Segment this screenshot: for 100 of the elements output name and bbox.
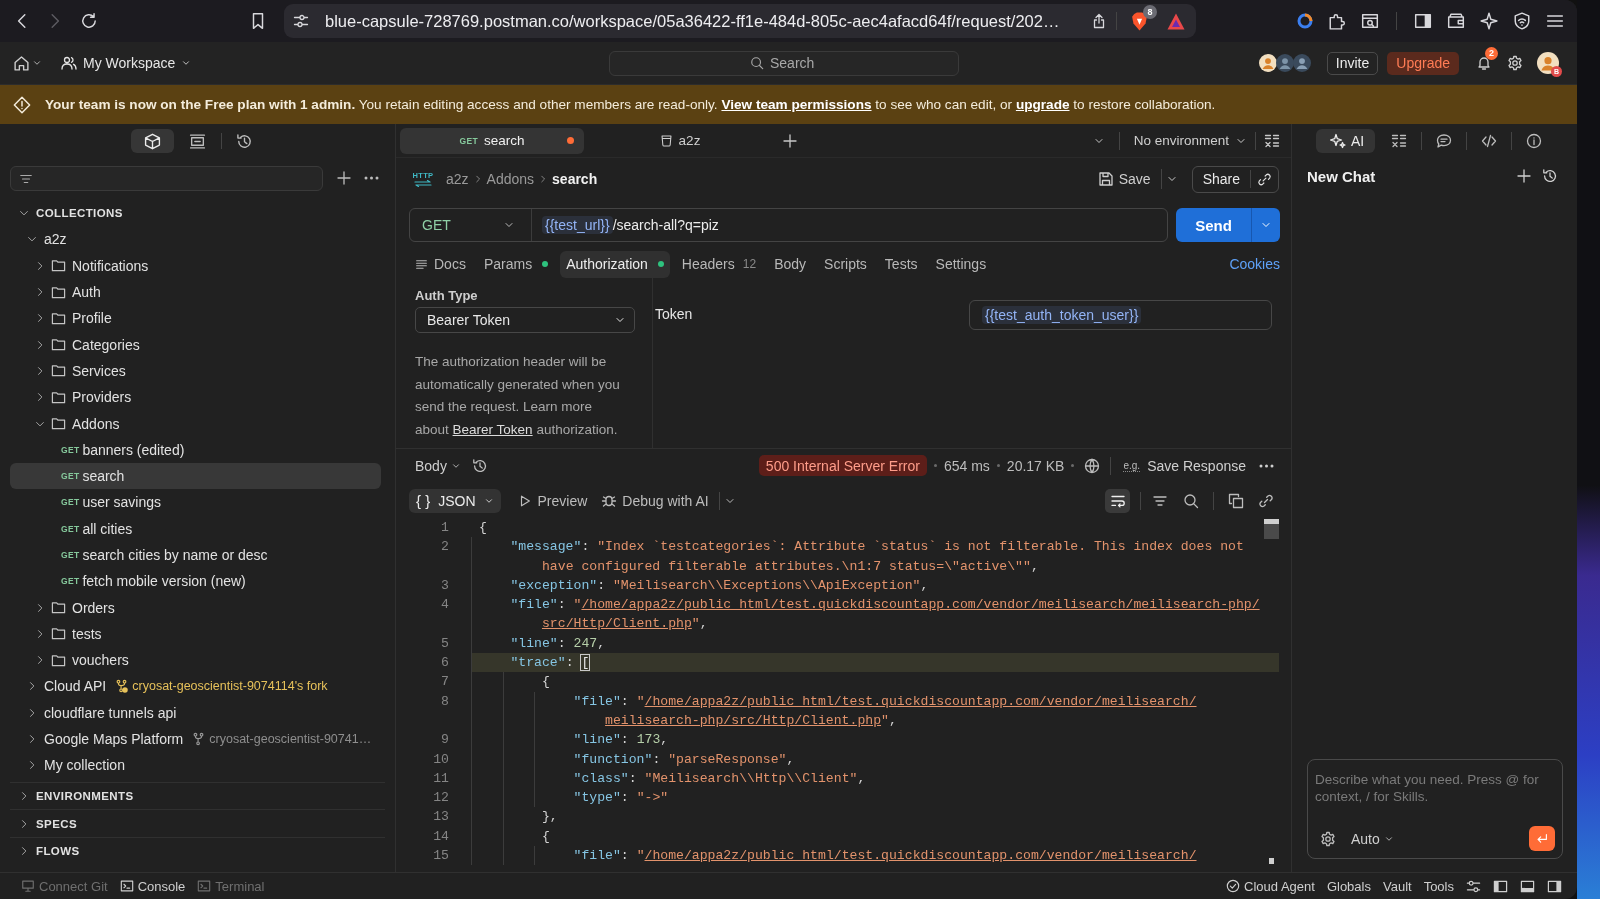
folder-item[interactable]: Auth [10,278,381,306]
plus-icon[interactable] [782,132,798,149]
collection-item[interactable]: cloudflare tunnels api [10,699,381,726]
sparkle-icon[interactable] [1480,12,1498,30]
avatar-icon[interactable] [1537,52,1559,74]
environment-select[interactable]: No environment [1133,133,1247,148]
breadcrumb-link[interactable]: a2z [446,171,469,187]
layout-bottom-icon[interactable] [1520,878,1535,894]
collection-item[interactable]: Cloud API cryosat-geoscientist-9074114's fork [10,673,381,700]
scrollbar-thumb[interactable] [1264,519,1279,539]
panel-tab[interactable]: AI [1316,129,1376,153]
editor-tab[interactable]: GET search [400,127,584,154]
notification-icon[interactable] [1476,55,1492,71]
folder-item[interactable]: Orders [10,594,381,621]
link-icon[interactable] [1257,171,1272,187]
folder-item[interactable]: Providers [10,384,381,411]
request-item[interactable]: GET search [10,462,381,490]
method-select[interactable]: GET [410,209,532,241]
debug-button[interactable]: Debug with AI [601,492,709,509]
history-icon[interactable] [471,457,488,474]
request-tab[interactable]: Docs [409,250,472,278]
wrap-lines-button[interactable] [1105,488,1130,513]
copy-icon[interactable] [1228,492,1244,509]
folder-item[interactable]: Addons [10,410,381,437]
format-select[interactable]: { } JSON [409,488,501,513]
save-button[interactable]: Save [1097,171,1151,187]
send-button[interactable]: Send [1176,208,1251,242]
more-icon[interactable] [1259,463,1274,468]
code-link[interactable]: src/Http/Client.php [541,616,692,632]
more-icon[interactable] [364,176,379,180]
reload-icon[interactable] [80,12,98,30]
puzzle-icon[interactable] [1328,12,1346,30]
request-item[interactable]: GET search cities by name or desc [10,541,381,569]
status-bar-button[interactable]: Vault [1382,878,1412,894]
banner-link[interactable]: View team permissions [721,97,872,112]
request-name[interactable]: search [552,171,598,187]
plus-icon[interactable] [336,170,352,186]
auth-type-select[interactable]: Bearer Token [415,307,635,333]
status-bar-button[interactable]: Cloud Agent [1226,878,1315,894]
window-search-icon[interactable] [1361,12,1379,30]
collection-item[interactable]: Google Maps Platform cryosat-geoscientist-90741… [10,725,381,753]
sidebar-icon[interactable] [1414,12,1432,30]
request-item[interactable]: GET banners (edited) [10,436,381,463]
request-tab[interactable]: Tests [878,250,924,278]
collection-item[interactable]: My collection [10,752,381,779]
banner-link[interactable]: upgrade [1015,97,1070,112]
folder-item[interactable]: Categories [10,331,381,358]
code-link[interactable]: /home/appa2z/public_html/test.quickdiscountapp.com/vendor/meilisearch/ [644,848,1197,864]
avatar-icon[interactable] [1258,54,1277,72]
history-icon[interactable] [1542,168,1558,184]
globe-icon[interactable] [1084,457,1101,474]
filter-field[interactable] [10,166,323,191]
url-input[interactable]: {{test_url}} /search-all?q=piz [532,216,1167,234]
collection-item[interactable]: a2z [10,226,381,253]
sidebar-tab[interactable] [131,129,174,153]
search-icon[interactable] [1183,492,1199,509]
menu-icon[interactable] [1546,12,1564,30]
list-icon[interactable] [1264,132,1280,149]
avatar-icon[interactable] [1275,54,1294,72]
send-message-button[interactable] [1529,826,1555,851]
workspace-switcher[interactable]: My Workspace [61,55,192,71]
plus-icon[interactable] [1516,168,1532,184]
section-header[interactable]: COLLECTIONS [10,200,381,227]
status-bar-button[interactable]: Globals [1326,878,1371,894]
share-icon[interactable] [1091,13,1107,29]
triangle-icon[interactable] [1167,12,1185,30]
status-bar-button[interactable]: Tools [1423,878,1454,894]
request-tab[interactable]: Params [477,250,555,278]
code-link[interactable]: /home/appa2z/public_html/test.quickdiscountapp.com/vendor/meilisearch/ [644,693,1197,709]
ring-icon[interactable] [1297,13,1313,29]
avatar-icon[interactable] [1292,54,1311,72]
breadcrumb-link[interactable]: Addons [486,171,535,187]
address-bar[interactable]: blue-capsule-728769.postman.co/workspace/05a36422-ff1e-484d-805c-aec4afacd64f/request/202… 8 [284,4,1196,38]
layout-left-icon[interactable] [1493,878,1508,894]
request-tab[interactable]: Scripts [818,250,873,278]
docs-link[interactable]: Bearer Token [452,422,533,438]
mode-select[interactable]: Auto [1351,830,1394,847]
request-item[interactable]: GET user savings [10,489,381,516]
sliders-icon[interactable] [1466,878,1481,894]
search-field[interactable]: Search [609,50,959,76]
section-header[interactable]: FLOWS [10,837,381,864]
upgrade-button[interactable]: Upgrade [1387,51,1459,75]
preview-button[interactable]: Preview [517,492,588,509]
status-bar-button[interactable]: Console [119,878,186,894]
cookies-link[interactable]: Cookies [1229,256,1280,272]
home-button[interactable] [13,54,42,72]
invite-button[interactable]: Invite [1326,51,1379,75]
folder-item[interactable]: vouchers [10,647,381,674]
share-button[interactable]: Share [1202,171,1240,187]
section-header[interactable]: SPECS [10,810,381,837]
shield-icon[interactable] [1513,12,1531,30]
settings-icon[interactable] [1320,830,1336,847]
editor-tab[interactable]: a2z [588,127,772,154]
section-header[interactable]: ENVIRONMENTS [10,783,381,810]
chat-input[interactable]: Describe what you need. Press @ for context, / for Skills. [1315,768,1560,812]
code-link[interactable]: meilisearch-php/src/Http/Client.php [605,712,882,728]
token-input[interactable]: {{test_auth_token_user}} [969,300,1272,330]
response-view-select[interactable]: Body [415,457,461,474]
chat-composer[interactable]: Describe what you need. Press @ for context, / for Skills. Auto [1307,759,1563,859]
request-tab[interactable]: Body [768,250,813,278]
